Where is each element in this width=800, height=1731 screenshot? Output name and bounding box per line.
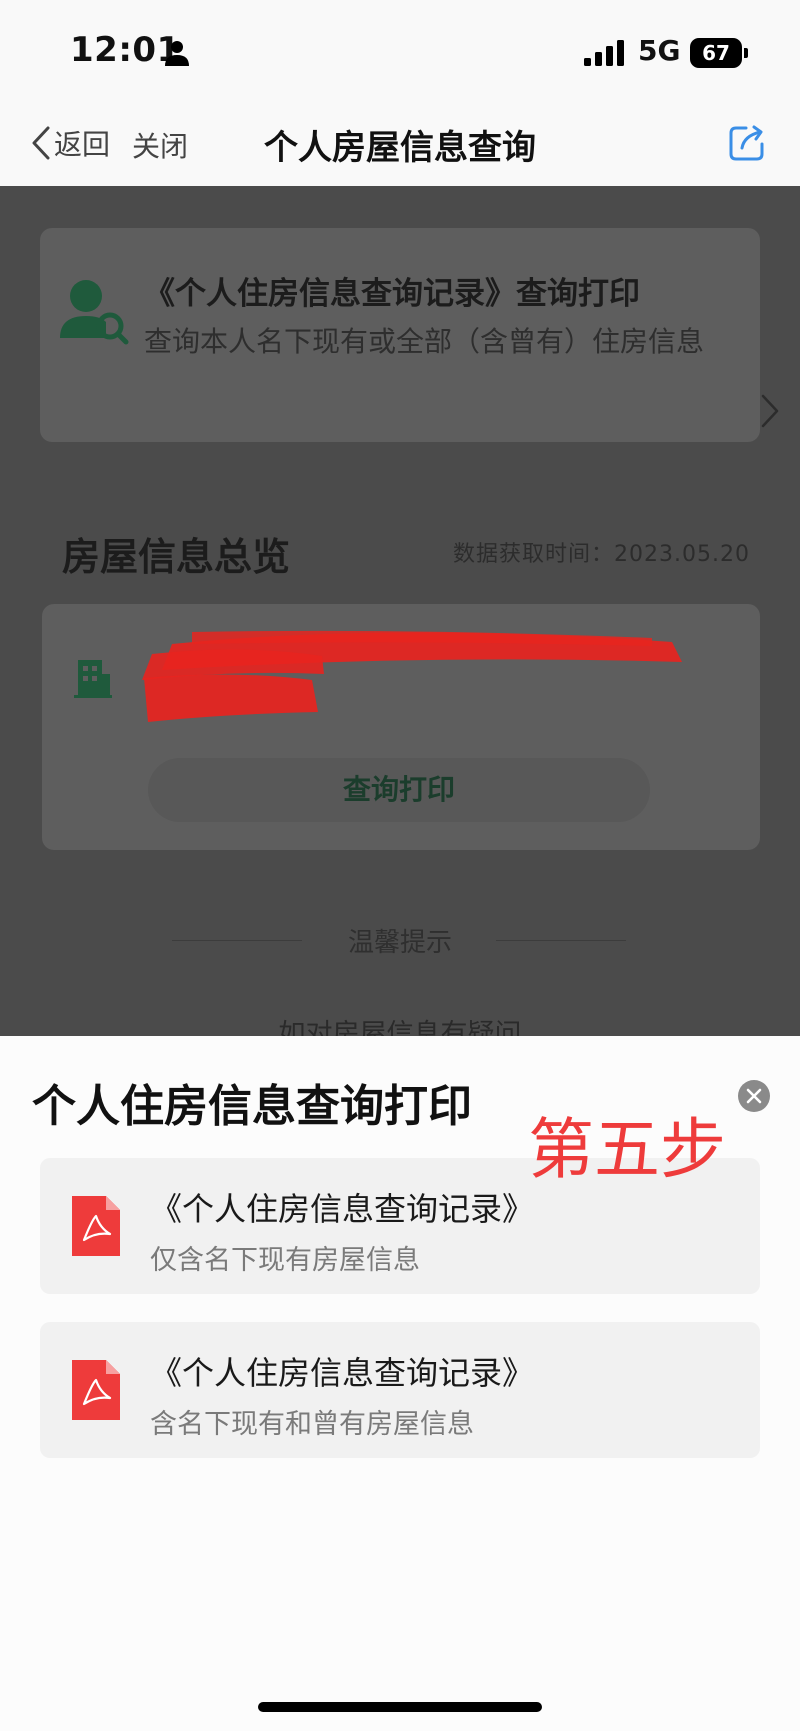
person-icon [165, 41, 189, 66]
signal-icon [584, 40, 624, 66]
page-title: 个人房屋信息查询 [264, 128, 536, 168]
share-icon[interactable] [726, 122, 768, 164]
close-icon [746, 1088, 762, 1104]
tips-text: 如对房屋信息有疑问 [278, 1019, 522, 1036]
network-type: 5G [638, 34, 681, 67]
data-fetch-time: 数据获取时间：2023.05.20 [453, 542, 750, 567]
main-content-dimmed: 《个人住房信息查询记录》查询打印 查询本人名下现有或全部（含曾有）住房信息 房屋… [0, 186, 800, 1036]
battery-tip [744, 48, 748, 58]
record-card-title: 《个人住房信息查询记录》查询打印 [144, 276, 640, 312]
record-card-description: 查询本人名下现有或全部（含曾有）住房信息 [144, 325, 705, 358]
tips-divider: 温馨提示 [0, 920, 800, 960]
sheet-close-button[interactable] [738, 1080, 770, 1112]
nav-bar: 返回 关闭 个人房屋信息查询 [0, 100, 800, 186]
option-all-housing[interactable]: 《个人住房信息查询记录》 含名下现有和曾有房屋信息 [40, 1322, 760, 1458]
option-title: 《个人住房信息查询记录》 [150, 1190, 535, 1228]
option-description: 仅含名下现有房屋信息 [150, 1245, 420, 1276]
status-bar: 12:01 5G 67 [0, 0, 800, 100]
pdf-icon [72, 1196, 120, 1256]
battery-level: 67 [690, 38, 742, 68]
option-title: 《个人住房信息查询记录》 [150, 1354, 535, 1392]
pdf-icon [72, 1360, 120, 1420]
tips-line-right [496, 940, 626, 941]
step-annotation: 第五步 [528, 1111, 726, 1188]
overview-title: 房屋信息总览 [62, 535, 291, 579]
house-card: 查询打印 [42, 604, 760, 850]
user-search-icon [60, 280, 129, 345]
chevron-right-icon [761, 394, 779, 428]
redaction-scribble [142, 630, 682, 722]
home-indicator [258, 1702, 542, 1712]
option-description: 含名下现有和曾有房屋信息 [150, 1409, 474, 1440]
record-query-card[interactable]: 《个人住房信息查询记录》查询打印 查询本人名下现有或全部（含曾有）住房信息 [40, 228, 779, 442]
tips-label: 温馨提示 [347, 928, 452, 958]
sheet-title: 个人住房信息查询打印 [32, 1081, 472, 1132]
query-print-button[interactable]: 查询打印 [148, 758, 650, 822]
